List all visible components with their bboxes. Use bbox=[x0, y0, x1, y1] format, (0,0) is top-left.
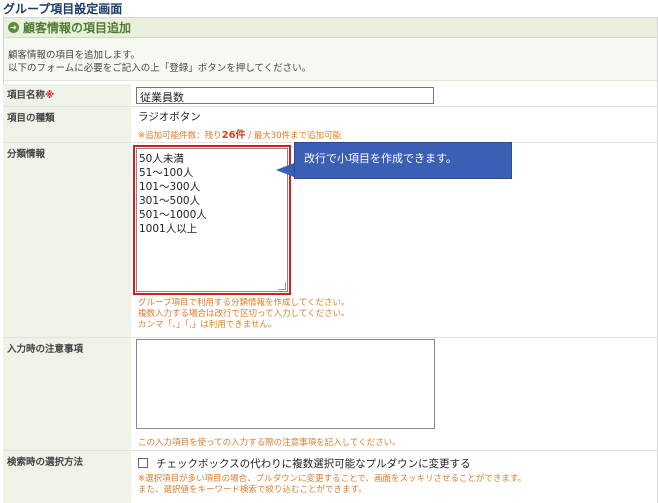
section-title: 顧客情報の項目追加 bbox=[23, 21, 132, 35]
dropdown-checkbox[interactable] bbox=[138, 458, 148, 468]
arrow-right-circle-icon: ➜ bbox=[8, 22, 19, 33]
label-attention: 入力時の注意事項 bbox=[3, 338, 131, 450]
search-notes: ※選択項目が多い項目の場合、プルダウンに変更することで、画面をスッキリさせること… bbox=[138, 474, 527, 495]
item-name-input[interactable]: 従業員数 bbox=[136, 87, 434, 104]
intro-line-1: 顧客情報の項目を追加します。 bbox=[8, 50, 141, 61]
category-line: 50人未満 bbox=[139, 153, 184, 165]
callout-tooltip: 改行で小項目を作成できます。 bbox=[294, 142, 512, 179]
item-type-note: ※追加可能件数：残り26件 / 最大30件まで追加可能 bbox=[138, 130, 342, 141]
section-header: ➜ 顧客情報の項目追加 bbox=[4, 18, 657, 38]
remaining-count: 26件 bbox=[221, 130, 246, 141]
category-notes: グループ項目で利用する分類情報を作成してください。 複数入力する場合は改行で区切… bbox=[138, 298, 350, 330]
category-textarea[interactable]: 50人未満 51～100人 101～300人 301～500人 501～1000… bbox=[136, 148, 288, 292]
attention-textarea[interactable] bbox=[136, 339, 435, 429]
dropdown-checkbox-label[interactable]: チェックボックスの代わりに複数選択可能なプルダウンに変更する bbox=[156, 456, 471, 471]
intro-line-2: 以下のフォームに必要をご記入の上「登録」ボタンを押してください。 bbox=[8, 63, 312, 74]
category-line: 501～1000人 bbox=[139, 209, 207, 221]
resize-handle-icon[interactable] bbox=[278, 282, 286, 290]
category-line: 301～500人 bbox=[139, 195, 201, 207]
callout-pointer bbox=[276, 163, 294, 177]
intro-text: 顧客情報の項目を追加します。 以下のフォームに必要をご記入の上「登録」ボタンを押… bbox=[4, 38, 657, 81]
label-item-name: 項目名称※ bbox=[3, 84, 131, 106]
item-type-value: ラジオボタン bbox=[138, 111, 201, 123]
category-line: 51～100人 bbox=[139, 167, 194, 179]
page-title: グループ項目設定画面 bbox=[3, 2, 123, 16]
attention-note: この入力項目を使っての入力する際の注意事項を記入してください。 bbox=[138, 438, 401, 448]
category-line: 101～300人 bbox=[139, 181, 201, 193]
label-search-method: 検索時の選択方法 bbox=[3, 451, 131, 503]
category-line: 1001人以上 bbox=[139, 223, 198, 235]
required-mark: ※ bbox=[45, 90, 55, 101]
label-category: 分類情報 bbox=[3, 143, 131, 337]
label-item-type: 項目の種類 bbox=[3, 107, 131, 142]
